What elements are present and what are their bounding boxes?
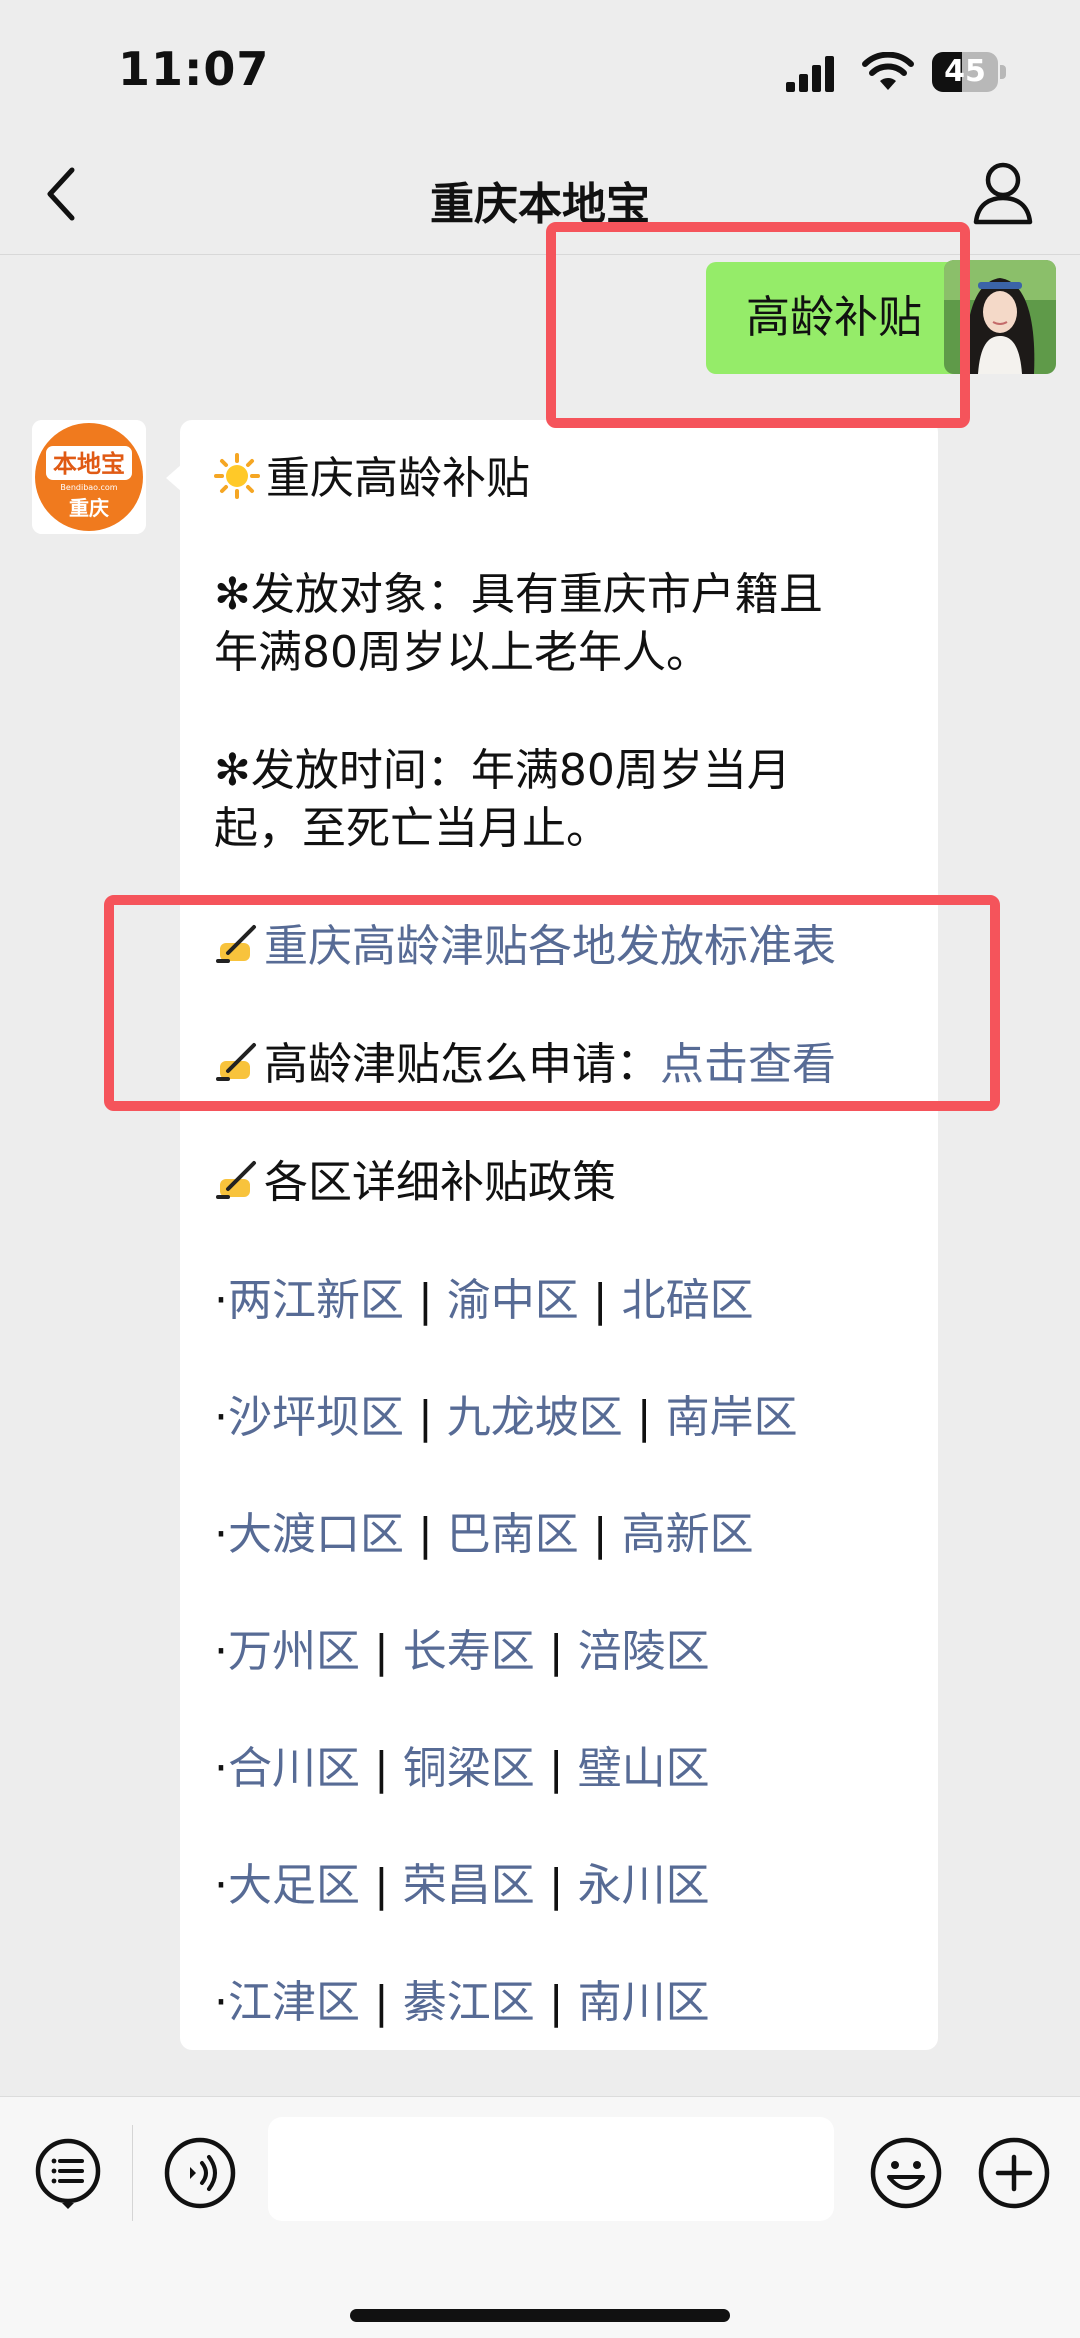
separator: | [534, 1977, 578, 2028]
battery-level: 45 [944, 54, 986, 89]
district-link[interactable]: 大渡口区 [228, 1509, 404, 1560]
district-link[interactable]: 万州区 [228, 1626, 360, 1677]
bullet: · [214, 1392, 228, 1443]
status-time: 11:07 [118, 42, 270, 96]
district-row: ·沙坪坝区 | 九龙坡区 | 南岸区 [214, 1389, 798, 1447]
district-link[interactable]: 璧山区 [578, 1743, 710, 1794]
bullet: · [214, 1626, 228, 1677]
separator: | [404, 1509, 447, 1560]
district-link[interactable]: 九龙坡区 [447, 1392, 623, 1443]
avatar-city-text: 重庆 [69, 496, 109, 520]
bullet: · [214, 1977, 228, 2028]
district-link[interactable]: 北碚区 [622, 1275, 754, 1326]
emoji-icon[interactable] [866, 2133, 946, 2213]
voice-icon[interactable] [160, 2133, 240, 2213]
separator: | [360, 1626, 403, 1677]
separator: | [360, 1977, 403, 2028]
district-link[interactable]: 江津区 [228, 1977, 360, 2028]
status-bar: 11:07 45 [0, 0, 1080, 140]
district-link[interactable]: 高新区 [622, 1509, 754, 1560]
separator: | [404, 1392, 447, 1443]
official-account-avatar[interactable]: 本地宝 Bendibao.com 重庆 [32, 420, 146, 534]
districts-heading-line: 各区详细补贴政策 [214, 1154, 616, 1212]
separator: | [360, 1860, 403, 1911]
add-icon[interactable] [974, 2133, 1054, 2213]
district-link[interactable]: 南川区 [578, 1977, 710, 2028]
districts-heading: 各区详细补贴政策 [264, 1157, 616, 1208]
district-link[interactable]: 南岸区 [666, 1392, 798, 1443]
district-link[interactable]: 渝中区 [447, 1275, 579, 1326]
district-row: ·两江新区 | 渝中区 | 北碚区 [214, 1272, 754, 1330]
separator: | [360, 1743, 403, 1794]
separator: | [404, 1275, 447, 1326]
separator: | [578, 1509, 622, 1560]
target-line-1: ✻发放对象：具有重庆市户籍且 [214, 569, 823, 620]
time-line-2: 起，至死亡当月止。 [214, 803, 610, 854]
bot-message-card: 重庆高龄补贴 ✻发放对象：具有重庆市户籍且 年满80周岁以上老年人。 ✻发放时间… [166, 420, 938, 2050]
home-indicator [350, 2309, 730, 2322]
avatar-brand-url: Bendibao.com [60, 483, 117, 492]
separator: | [534, 1860, 578, 1911]
bullet: · [214, 1860, 228, 1911]
district-link[interactable]: 永川区 [578, 1860, 710, 1911]
avatar-brand-text: 本地宝 [53, 450, 125, 478]
target-line-2: 年满80周岁以上老年人。 [214, 627, 710, 678]
divider [132, 2125, 133, 2221]
district-link[interactable]: 大足区 [228, 1860, 360, 1911]
menu-list-icon[interactable] [30, 2133, 110, 2213]
district-link[interactable]: 铜梁区 [403, 1743, 535, 1794]
district-link[interactable]: 巴南区 [447, 1509, 579, 1560]
highlight-box-links [104, 895, 1000, 1111]
district-link[interactable]: 两江新区 [228, 1275, 404, 1326]
bullet: · [214, 1743, 228, 1794]
district-link[interactable]: 荣昌区 [403, 1860, 535, 1911]
district-row: ·江津区 | 綦江区 | 南川区 [214, 1974, 710, 2032]
district-link[interactable]: 合川区 [228, 1743, 360, 1794]
separator: | [578, 1275, 622, 1326]
district-link[interactable]: 沙坪坝区 [228, 1392, 404, 1443]
profile-icon[interactable] [972, 160, 1034, 226]
time-line-1: ✻发放时间：年满80周岁当月 [214, 745, 791, 796]
district-row: ·大足区 | 荣昌区 | 永川区 [214, 1857, 710, 1915]
district-link[interactable]: 涪陵区 [578, 1626, 710, 1677]
bullet: · [214, 1275, 228, 1326]
separator: | [534, 1626, 578, 1677]
chat-input-bar [0, 2096, 1080, 2338]
wifi-icon [862, 52, 914, 90]
separator: | [534, 1743, 578, 1794]
message-input[interactable] [268, 2117, 834, 2221]
cellular-signal-icon [786, 56, 834, 92]
district-link[interactable]: 綦江区 [403, 1977, 535, 2028]
heading-text: 重庆高龄补贴 [266, 453, 530, 504]
battery-icon: 45 [932, 52, 1008, 92]
separator: | [622, 1392, 666, 1443]
highlight-box-my-message [546, 222, 970, 428]
sun-icon [214, 453, 260, 499]
district-row: ·大渡口区 | 巴南区 | 高新区 [214, 1506, 754, 1564]
bullet: · [214, 1509, 228, 1560]
district-row: ·合川区 | 铜梁区 | 璧山区 [214, 1740, 710, 1798]
heading-line: 重庆高龄补贴 [214, 450, 530, 508]
district-row: ·万州区 | 长寿区 | 涪陵区 [214, 1623, 710, 1681]
writing-hand-icon [216, 1161, 256, 1199]
district-link[interactable]: 长寿区 [403, 1626, 535, 1677]
